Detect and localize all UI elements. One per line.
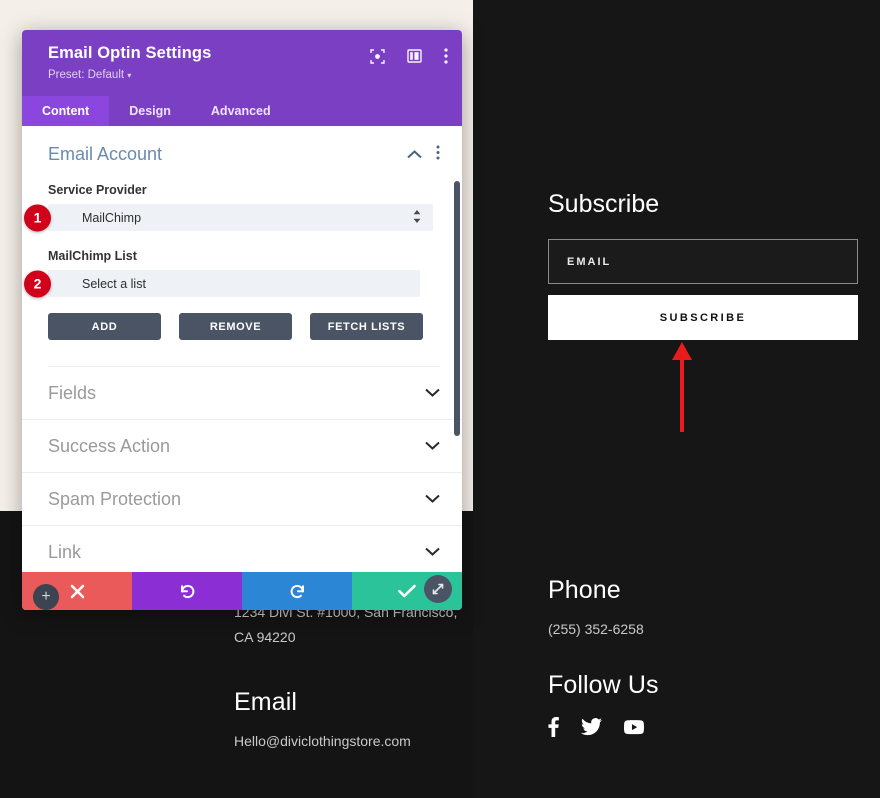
tab-design[interactable]: Design (109, 96, 191, 126)
section-success-action[interactable]: Success Action (22, 420, 462, 473)
modal-footer-actions (22, 572, 462, 610)
mailchimp-list-select[interactable]: 2 Select a list (24, 270, 420, 297)
section-email-account-header[interactable]: Email Account (48, 144, 440, 165)
chevron-down-icon[interactable] (425, 384, 440, 402)
chevron-down-icon[interactable] (425, 543, 440, 561)
service-provider-label: Service Provider (48, 183, 147, 197)
footer-subscribe-column: Subscribe EMAIL SUBSCRIBE (548, 190, 858, 340)
section-success-action-title: Success Action (48, 435, 171, 456)
preset-selector[interactable]: Preset: Default ▾ (48, 69, 444, 81)
mailchimp-list-value: Select a list (82, 276, 146, 291)
subscribe-button-label: SUBSCRIBE (659, 311, 747, 324)
chevron-up-icon[interactable] (407, 146, 422, 164)
social-links-row (548, 717, 659, 738)
tab-content[interactable]: Content (22, 96, 110, 126)
section-header-icons (407, 145, 440, 165)
footer-phone-block: Phone (255) 352-6258 (548, 575, 644, 642)
resize-diagonal-icon (432, 583, 444, 595)
section-spam-protection[interactable]: Spam Protection (22, 473, 462, 526)
account-action-buttons: ADD REMOVE FETCH LISTS (48, 313, 440, 340)
section-kebab-menu-icon[interactable] (436, 145, 440, 165)
chevron-down-icon[interactable] (425, 490, 440, 508)
add-module-button[interactable]: + (33, 584, 59, 610)
select-updown-arrows-icon (413, 209, 421, 226)
youtube-icon[interactable] (624, 719, 644, 735)
footer-follow-heading: Follow Us (548, 671, 659, 699)
chevron-down-icon[interactable] (425, 437, 440, 455)
facebook-icon[interactable] (548, 717, 559, 738)
annotation-badge-1: 1 (24, 204, 51, 231)
service-provider-value: MailChimp (82, 210, 142, 225)
section-fields[interactable]: Fields (22, 367, 462, 420)
subscribe-button[interactable]: SUBSCRIBE (548, 295, 858, 340)
footer-follow-block: Follow Us (548, 670, 659, 738)
tab-advanced-label: Advanced (210, 104, 271, 118)
fetch-lists-button[interactable]: FETCH LISTS (310, 313, 423, 340)
email-input-placeholder: EMAIL (567, 255, 612, 268)
annotation-arrow-icon (672, 342, 692, 432)
section-email-account: Email Account Service Provider 1 MailChi… (22, 126, 462, 367)
annotation-badge-2: 2 (24, 270, 51, 297)
mailchimp-list-label: MailChimp List (48, 249, 137, 263)
kebab-menu-icon[interactable] (444, 48, 448, 64)
section-fields-title: Fields (48, 382, 97, 403)
section-email-account-title: Email Account (48, 144, 163, 164)
modal-tabs: Content Design Advanced (22, 96, 462, 126)
undo-button[interactable] (132, 572, 242, 610)
settings-scroll-area: Email Account Service Provider 1 MailChi… (22, 126, 462, 572)
footer-email-heading: Email (234, 688, 298, 716)
preset-label: Preset: Default (48, 69, 125, 81)
section-spam-protection-title: Spam Protection (48, 488, 182, 509)
footer-address-column: 1234 Divi St. #1000, San Francisco, CA 9… (234, 600, 464, 754)
tab-design-label: Design (129, 104, 171, 118)
add-button[interactable]: ADD (48, 313, 161, 340)
modal-body: Email Account Service Provider 1 MailChi… (22, 126, 462, 572)
subscribe-heading: Subscribe (548, 190, 660, 218)
twitter-icon[interactable] (581, 718, 602, 736)
tab-advanced[interactable]: Advanced (191, 96, 291, 126)
footer-email-text: Hello@diviclothingstore.com (234, 733, 411, 750)
modal-resize-handle[interactable] (424, 575, 452, 603)
settings-scrollbar[interactable] (454, 181, 460, 436)
focus-target-icon[interactable] (370, 48, 385, 64)
email-input[interactable]: EMAIL (548, 239, 858, 284)
footer-phone-number: (255) 352-6258 (548, 621, 644, 638)
chevron-down-icon: ▾ (127, 71, 132, 80)
redo-button[interactable] (242, 572, 352, 610)
section-link[interactable]: Link (22, 526, 462, 572)
email-optin-settings-modal: Email Optin Settings Preset: Default ▾ C… (22, 30, 462, 610)
section-link-title: Link (48, 541, 82, 562)
plus-icon: + (41, 588, 51, 605)
layout-panel-icon[interactable] (407, 49, 422, 63)
modal-header-icons (370, 48, 448, 64)
service-provider-select[interactable]: 1 MailChimp (24, 204, 433, 231)
remove-button[interactable]: REMOVE (179, 313, 292, 340)
tab-content-label: Content (42, 104, 90, 118)
footer-phone-heading: Phone (548, 576, 621, 604)
modal-header: Email Optin Settings Preset: Default ▾ (22, 30, 462, 96)
